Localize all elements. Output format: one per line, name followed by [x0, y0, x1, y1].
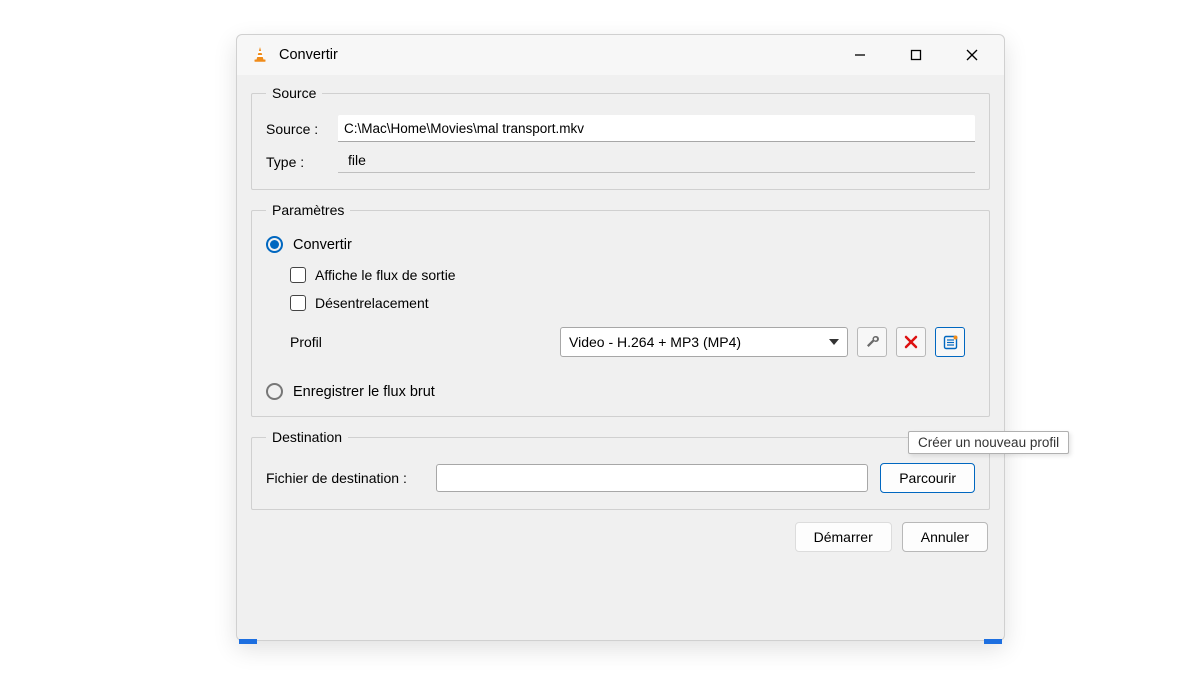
new-profile-icon: [943, 335, 958, 350]
groupbox-parameters: Paramètres Convertir Affiche le flux de …: [251, 202, 990, 417]
dialog-footer: Démarrer Annuler: [251, 522, 990, 552]
window-controls: [832, 35, 1000, 75]
source-type-value: file: [338, 150, 975, 173]
window-title: Convertir: [279, 47, 338, 63]
profile-dropdown-value: Video - H.264 + MP3 (MP4): [569, 334, 741, 350]
maximize-icon: [910, 49, 922, 61]
destination-file-input[interactable]: [436, 464, 868, 492]
groupbox-parameters-legend: Paramètres: [266, 202, 350, 218]
source-path-input[interactable]: [338, 115, 975, 142]
groupbox-destination: Destination Fichier de destination : Par…: [251, 429, 990, 510]
minimize-button[interactable]: [832, 35, 888, 75]
maximize-button[interactable]: [888, 35, 944, 75]
delete-profile-button[interactable]: [896, 327, 926, 357]
checkbox-display-output[interactable]: [290, 267, 306, 283]
profile-dropdown[interactable]: Video - H.264 + MP3 (MP4): [560, 327, 848, 357]
checkbox-deinterlace[interactable]: [290, 295, 306, 311]
label-profile: Profil: [290, 334, 560, 350]
groupbox-destination-legend: Destination: [266, 429, 348, 445]
vlc-cone-icon: [251, 46, 269, 64]
label-type: Type :: [266, 154, 338, 170]
groupbox-source-legend: Source: [266, 85, 322, 101]
groupbox-source: Source Source : Type : file: [251, 85, 990, 190]
browse-button[interactable]: Parcourir: [880, 463, 975, 493]
close-icon: [966, 49, 978, 61]
convert-dialog: Convertir Source Source : Type : file: [236, 34, 1005, 641]
label-source: Source :: [266, 121, 338, 137]
wrench-icon: [864, 334, 880, 350]
edit-profile-button[interactable]: [857, 327, 887, 357]
chevron-down-icon: [829, 339, 839, 345]
tooltip-new-profile: Créer un nouveau profil: [908, 431, 1069, 454]
label-destination-file: Fichier de destination :: [266, 470, 436, 486]
start-button[interactable]: Démarrer: [795, 522, 892, 552]
titlebar: Convertir: [237, 35, 1004, 75]
minimize-icon: [854, 49, 866, 61]
checkbox-deinterlace-label: Désentrelacement: [315, 295, 429, 311]
radio-convert[interactable]: [266, 236, 283, 253]
close-button[interactable]: [944, 35, 1000, 75]
new-profile-button[interactable]: [935, 327, 965, 357]
radio-convert-label: Convertir: [293, 237, 352, 253]
checkbox-display-output-label: Affiche le flux de sortie: [315, 267, 456, 283]
cancel-button[interactable]: Annuler: [902, 522, 988, 552]
radio-dump-raw-label: Enregistrer le flux brut: [293, 384, 435, 400]
radio-dump-raw[interactable]: [266, 383, 283, 400]
x-icon: [904, 335, 918, 349]
